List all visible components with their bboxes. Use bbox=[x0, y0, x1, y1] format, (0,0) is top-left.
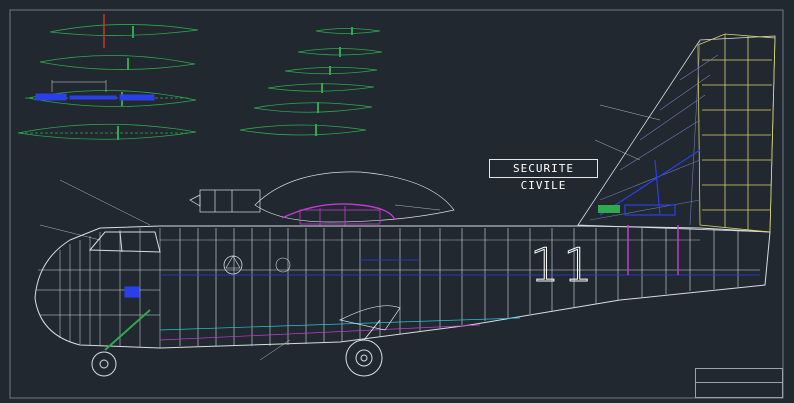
sponson-outline bbox=[338, 305, 401, 331]
airfoil-section-10 bbox=[239, 124, 367, 136]
cockpit-windows bbox=[88, 231, 161, 253]
airfoil-section-1 bbox=[49, 24, 199, 36]
engine-nacelle-icon bbox=[189, 189, 261, 213]
airfoil-section-5 bbox=[315, 28, 381, 34]
title-block-row-1 bbox=[696, 369, 782, 383]
fuselage-frames bbox=[179, 228, 739, 346]
wing-root-details bbox=[299, 206, 381, 226]
nose-ribs bbox=[36, 228, 161, 348]
sheet-border bbox=[9, 9, 784, 399]
title-block bbox=[695, 368, 783, 398]
technical-drawing bbox=[9, 9, 784, 399]
tail-posts bbox=[627, 225, 679, 275]
fuselage-outline-icon bbox=[34, 225, 771, 349]
roundel-icon bbox=[223, 255, 243, 275]
servo-detail bbox=[35, 80, 155, 101]
control-rod-system bbox=[124, 259, 760, 298]
airfoil-spar-marks bbox=[117, 26, 353, 140]
rudder-structure bbox=[697, 33, 776, 233]
title-block-row-2 bbox=[696, 383, 782, 396]
wing-root-profile-icon bbox=[281, 203, 396, 221]
fuselage-number: 11 bbox=[530, 238, 597, 293]
hull-step-line bbox=[159, 324, 481, 341]
tail-fin-icon bbox=[577, 35, 776, 233]
landing-gear-icon bbox=[91, 319, 383, 377]
airfoil-section-4 bbox=[17, 123, 197, 140]
securite-civile-badge: SECURITE CIVILE bbox=[489, 159, 598, 192]
airfoil-section-9 bbox=[253, 102, 373, 113]
airfoil-section-2 bbox=[39, 55, 196, 70]
engine-pod-outline bbox=[254, 171, 455, 223]
tail-actuator bbox=[598, 205, 620, 213]
nose-gear-strut bbox=[104, 309, 151, 351]
